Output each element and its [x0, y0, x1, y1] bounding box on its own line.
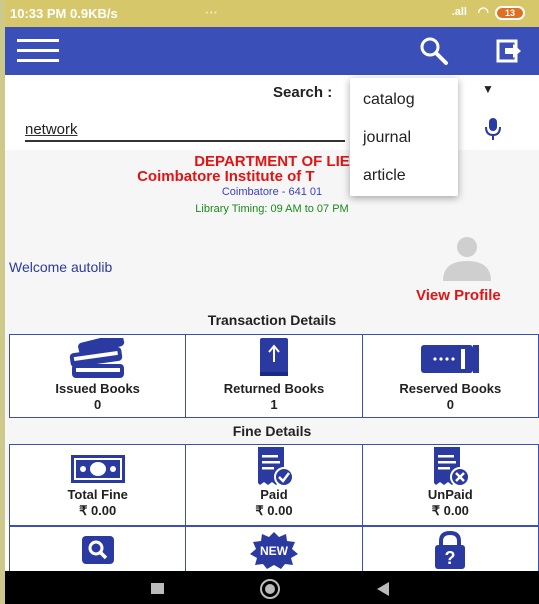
battery-icon: 13	[495, 6, 525, 20]
transaction-details-title: Transaction Details	[207, 312, 337, 328]
new-arrivals-card[interactable]: NEW	[185, 526, 362, 571]
fine-grid: Total Fine ₹ 0.00 Paid ₹ 0.00 UnPaid ₹ 0…	[9, 444, 539, 526]
home-button[interactable]	[260, 579, 280, 599]
fine-details-title: Fine Details	[232, 423, 312, 439]
recent-apps-button[interactable]	[151, 583, 164, 594]
help-lock-icon: ?	[435, 531, 466, 569]
search-card[interactable]	[9, 526, 186, 571]
college-name: Coimbatore Institute of Ty	[137, 168, 407, 185]
total-fine-amount: ₹ 0.00	[79, 503, 117, 518]
bottom-grid: NEW ?	[9, 526, 539, 571]
returned-books-count: 1	[270, 397, 278, 412]
reserved-books-count: 0	[446, 397, 454, 412]
status-bar: 10:33 PM 0.9KB/s ··· .all ◠ 13	[5, 0, 539, 27]
money-icon	[70, 455, 125, 483]
search-icon	[81, 536, 114, 564]
search-icon[interactable]	[419, 36, 449, 66]
search-type-dropdown: catalog journal article	[350, 78, 458, 196]
receipt-cross-icon	[434, 447, 471, 487]
reserved-books-label: Reserved Books	[399, 381, 502, 396]
reserved-books-card[interactable]: Reserved Books 0	[361, 334, 539, 418]
phone-screen: 10:33 PM 0.9KB/s ··· .all ◠ 13 Search : …	[5, 0, 539, 604]
transaction-grid: Issued Books 0 Returned Books 1 Reserved…	[9, 334, 539, 418]
status-dots: ···	[205, 5, 218, 20]
unpaid-fine-amount: ₹ 0.00	[431, 503, 469, 518]
college-city: Coimbatore - 641 01	[221, 186, 323, 198]
mic-icon[interactable]	[483, 116, 503, 142]
book-reserve-icon	[421, 345, 480, 373]
welcome-text: Welcome autolib	[9, 259, 113, 275]
books-stack-icon	[69, 338, 124, 378]
paid-fine-card[interactable]: Paid ₹ 0.00	[185, 444, 362, 526]
dropdown-option-journal[interactable]: journal	[363, 129, 411, 147]
hamburger-icon[interactable]	[17, 39, 59, 65]
returned-books-label: Returned Books	[223, 381, 325, 396]
signal-icon: .all	[451, 6, 467, 18]
avatar-icon[interactable]	[435, 235, 495, 283]
returned-books-card[interactable]: Returned Books 1	[185, 334, 362, 418]
library-timing: Library Timing: 09 AM to 07 PM	[195, 203, 349, 215]
help-card[interactable]: ?	[361, 526, 539, 571]
app-bar	[5, 27, 539, 75]
dropdown-option-article[interactable]: article	[363, 167, 406, 185]
system-nav-bar	[5, 571, 539, 604]
svg-text:?: ?	[445, 548, 456, 568]
search-input[interactable]	[25, 118, 345, 142]
unpaid-fine-card[interactable]: UnPaid ₹ 0.00	[361, 444, 539, 526]
new-badge-label: NEW	[260, 544, 289, 558]
paid-fine-label: Paid	[260, 487, 288, 502]
book-return-icon	[259, 338, 288, 376]
unpaid-fine-label: UnPaid	[427, 487, 473, 502]
total-fine-card[interactable]: Total Fine ₹ 0.00	[9, 444, 186, 526]
issued-books-label: Issued Books	[55, 381, 140, 396]
wifi-icon: ◠	[477, 4, 489, 19]
search-label: Search :	[273, 84, 333, 101]
view-profile-link[interactable]: View Profile	[416, 287, 501, 304]
new-badge-icon: NEW	[249, 532, 298, 569]
issued-books-card[interactable]: Issued Books 0	[9, 334, 186, 418]
exit-icon[interactable]	[495, 37, 523, 65]
chevron-down-icon[interactable]: ▼	[482, 82, 494, 96]
status-time: 10:33 PM 0.9KB/s	[10, 6, 118, 21]
dropdown-option-catalog[interactable]: catalog	[363, 91, 415, 109]
total-fine-label: Total Fine	[67, 487, 128, 502]
receipt-check-icon	[257, 447, 294, 487]
paid-fine-amount: ₹ 0.00	[255, 503, 293, 518]
issued-books-count: 0	[94, 397, 102, 412]
back-button[interactable]	[377, 582, 389, 596]
